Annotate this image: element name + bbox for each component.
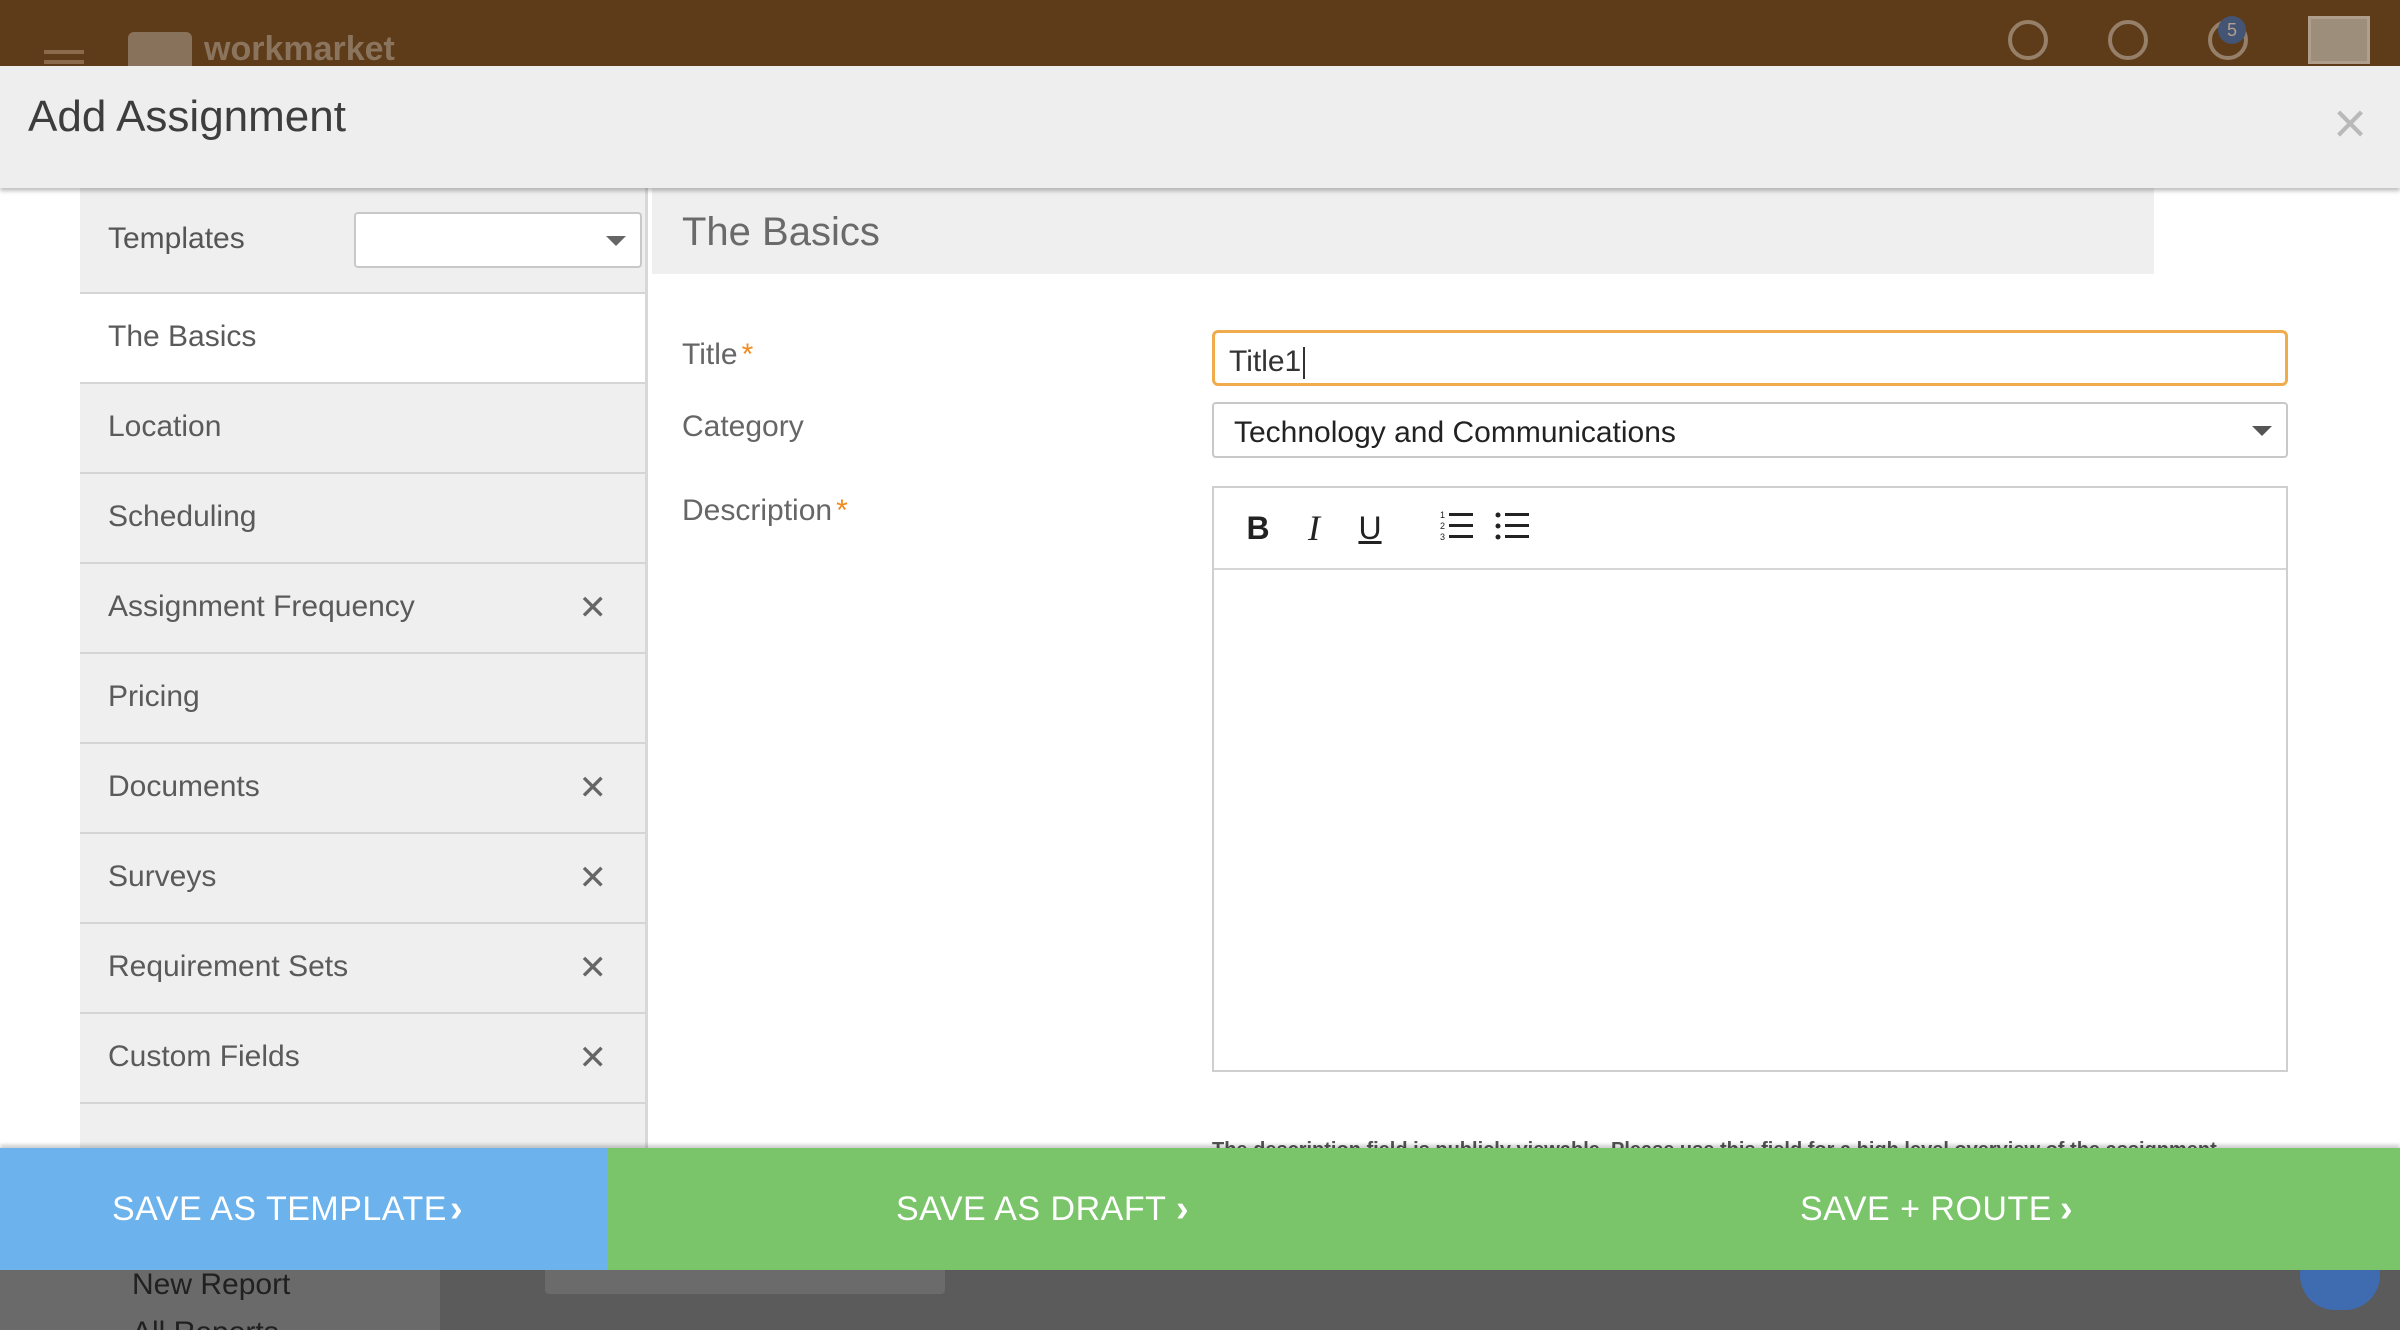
chat-icon[interactable] (2108, 20, 2148, 60)
save-as-draft-button[interactable]: SAVE AS DRAFT › (608, 1148, 1488, 1270)
chevron-right-icon: › (2060, 1188, 2073, 1230)
svg-text:2: 2 (1440, 521, 1445, 531)
add-assignment-modal: Add Assignment × Templates The Basics Lo… (0, 66, 2400, 1270)
description-label: Description * (682, 494, 848, 528)
section-title: The Basics (682, 210, 880, 254)
remove-icon[interactable]: ✕ (579, 768, 608, 808)
description-textarea[interactable] (1214, 572, 2286, 1072)
sidebar-item-documents[interactable]: Documents ✕ (80, 744, 645, 834)
background-nav-new-report: New Report (132, 1268, 291, 1301)
title-input-value: Title1 (1229, 345, 1302, 378)
category-label: Category (682, 410, 804, 443)
sidebar-item-assignment-frequency[interactable]: Assignment Frequency ✕ (80, 564, 645, 654)
sidebar-item-label: Requirement Sets (108, 950, 349, 983)
avatar[interactable] (2308, 16, 2370, 64)
app-header: workmarket 5 (0, 0, 2400, 69)
save-and-route-button[interactable]: SAVE + ROUTE › (1488, 1148, 2400, 1270)
required-mark: * (741, 338, 754, 371)
sidebar-item-pricing[interactable]: Pricing (80, 654, 645, 744)
description-editor: B I U 1 2 3 (1212, 486, 2288, 1072)
sidebar-item-label: Location (108, 410, 222, 443)
sidebar-item-label: Pricing (108, 680, 200, 713)
logo-mark-icon (128, 31, 192, 68)
templates-select[interactable] (354, 212, 642, 268)
title-input[interactable]: Title1 (1212, 330, 2288, 386)
sidebar-item-custom-fields[interactable]: Custom Fields ✕ (80, 1014, 645, 1104)
chevron-right-icon: › (450, 1188, 463, 1230)
modal-title: Add Assignment (28, 92, 346, 141)
svg-text:1: 1 (1440, 510, 1445, 520)
category-select-value: Technology and Communications (1234, 416, 1676, 449)
category-select[interactable]: Technology and Communications (1212, 402, 2288, 458)
svg-text:3: 3 (1440, 532, 1445, 542)
sidebar-item-label: The Basics (108, 320, 257, 353)
save-and-route-label: SAVE + ROUTE (1800, 1190, 2052, 1228)
brand-name: workmarket (204, 30, 395, 68)
assignment-sections-sidebar: Templates The Basics Location Scheduling… (80, 188, 648, 1270)
sidebar-item-scheduling[interactable]: Scheduling (80, 474, 645, 564)
hamburger-menu-icon[interactable] (44, 50, 84, 66)
remove-icon[interactable]: ✕ (579, 1038, 608, 1078)
sidebar-item-label: Custom Fields (108, 1040, 300, 1073)
title-label-text: Title (682, 338, 738, 371)
modal-footer: SAVE AS TEMPLATE › SAVE AS DRAFT › SAVE … (0, 1148, 2400, 1270)
save-as-template-label: SAVE AS TEMPLATE (112, 1190, 447, 1228)
text-cursor (1303, 347, 1306, 380)
modal-header: Add Assignment × (0, 66, 2400, 188)
sidebar-item-the-basics[interactable]: The Basics (80, 294, 645, 384)
required-mark: * (836, 494, 848, 527)
remove-icon[interactable]: ✕ (579, 588, 608, 628)
chevron-down-icon (2252, 426, 2272, 436)
background-nav-all-reports: All Reports (132, 1316, 279, 1330)
ordered-list-icon[interactable]: 1 2 3 (1436, 508, 1476, 548)
sidebar-item-label: Scheduling (108, 500, 257, 533)
underline-button[interactable]: U (1350, 508, 1390, 548)
chevron-down-icon (606, 236, 626, 246)
save-as-template-button[interactable]: SAVE AS TEMPLATE › (0, 1148, 608, 1270)
remove-icon[interactable]: ✕ (579, 858, 608, 898)
sidebar-item-requirement-sets[interactable]: Requirement Sets ✕ (80, 924, 645, 1014)
sidebar-item-label: Assignment Frequency (108, 590, 415, 623)
brand-logo: workmarket (128, 30, 395, 69)
close-icon[interactable]: × (2328, 95, 2372, 153)
save-as-draft-label: SAVE AS DRAFT (896, 1190, 1167, 1228)
templates-row: Templates (80, 188, 645, 294)
editor-toolbar: B I U 1 2 3 (1214, 488, 2286, 570)
templates-label: Templates (108, 222, 245, 255)
notification-badge: 5 (2218, 16, 2246, 44)
chevron-right-icon: › (1176, 1188, 1189, 1230)
unordered-list-icon[interactable] (1492, 508, 1532, 548)
header-icons: 5 (2008, 16, 2370, 64)
search-icon[interactable] (2008, 20, 2048, 60)
italic-button[interactable]: I (1294, 508, 1334, 548)
sidebar-item-location[interactable]: Location (80, 384, 645, 474)
section-header: The Basics (652, 188, 2154, 274)
title-label: Title * (682, 338, 753, 372)
sidebar-item-surveys[interactable]: Surveys ✕ (80, 834, 645, 924)
description-label-text: Description (682, 494, 833, 527)
bold-button[interactable]: B (1238, 508, 1278, 548)
remove-icon[interactable]: ✕ (579, 948, 608, 988)
sidebar-item-label: Surveys (108, 860, 217, 893)
sidebar-item-label: Documents (108, 770, 260, 803)
